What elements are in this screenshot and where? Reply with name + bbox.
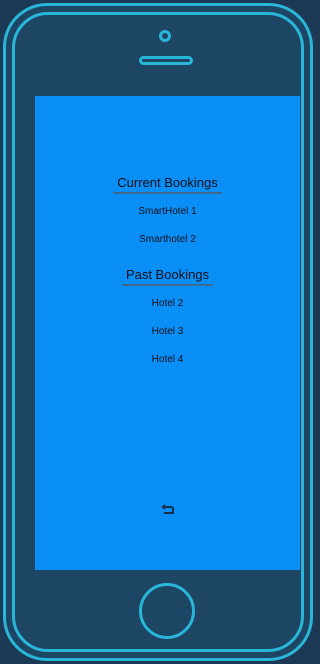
list-item[interactable]: Hotel 2 <box>35 290 300 318</box>
camera-icon <box>159 30 171 42</box>
past-bookings-section: Past Bookings Hotel 2 Hotel 3 Hotel 4 <box>35 266 300 374</box>
current-bookings-heading: Current Bookings <box>113 175 222 194</box>
list-item[interactable]: SmartHotel 1 <box>35 198 300 226</box>
list-item[interactable]: Hotel 3 <box>35 318 300 346</box>
current-bookings-section: Current Bookings SmartHotel 1 Smarthotel… <box>35 174 300 254</box>
list-item[interactable]: Hotel 4 <box>35 346 300 374</box>
device-mockup: Current Bookings SmartHotel 1 Smarthotel… <box>0 0 316 664</box>
speaker-grille <box>139 56 193 65</box>
past-bookings-heading: Past Bookings <box>121 267 214 286</box>
home-button[interactable] <box>139 583 195 639</box>
app-screen: Current Bookings SmartHotel 1 Smarthotel… <box>35 96 300 570</box>
return-arrow-icon[interactable] <box>161 504 175 516</box>
list-item[interactable]: Smarthotel 2 <box>35 226 300 254</box>
